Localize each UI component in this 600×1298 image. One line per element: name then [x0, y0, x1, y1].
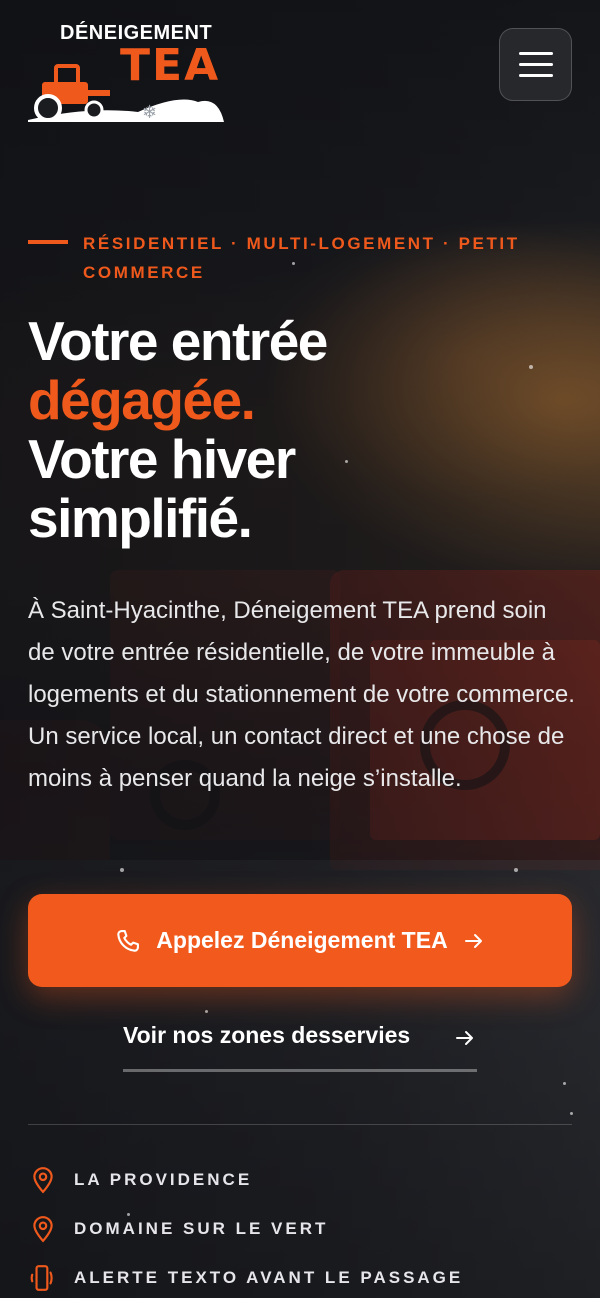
phone-icon: [117, 929, 140, 952]
zones-link-label: Voir nos zones desservies: [123, 1022, 411, 1048]
map-pin-icon: [33, 1216, 53, 1243]
hamburger-menu-icon: [518, 52, 553, 55]
logo-accent-text: TEA: [120, 40, 221, 91]
brand-logo[interactable]: ❄ DÉNEIGEMENT TEA: [28, 22, 228, 123]
section-divider: [28, 1124, 572, 1125]
call-button-label: Appelez Déneigement TEA: [156, 927, 448, 953]
headline-line: simplifié.: [28, 487, 253, 549]
headline-accent: dégagée.: [28, 369, 256, 431]
zones-link[interactable]: Voir nos zones desservies: [123, 1022, 477, 1072]
phone-vibrate-icon: [30, 1265, 53, 1291]
svg-text:❄: ❄: [142, 102, 157, 123]
hamburger-menu-icon: [518, 63, 553, 66]
map-pin-icon: [33, 1167, 53, 1194]
hero-eyebrow: RÉSIDENTIEL · MULTI-LOGEMENT · PETIT COM…: [83, 234, 520, 282]
feature-item: ALERTE TEXTO AVANT LE PASSAGE: [30, 1264, 463, 1292]
hero-headline: Votre entrée dégagée. Votre hiver simpli…: [28, 312, 588, 548]
eyebrow-accent-line: [28, 240, 68, 244]
call-button[interactable]: Appelez Déneigement TEA: [28, 894, 572, 987]
feature-label: LA PROVIDENCE: [74, 1170, 253, 1189]
hero-lead-paragraph: À Saint-Hyacinthe, Déneigement TEA prend…: [28, 597, 575, 792]
headline-line: Votre hiver: [28, 428, 296, 490]
headline-line: Votre entrée: [28, 310, 328, 372]
feature-item: DOMAINE SUR LE VERT: [30, 1215, 328, 1243]
feature-label: ALERTE TEXTO AVANT LE PASSAGE: [74, 1268, 464, 1287]
feature-item: LA PROVIDENCE: [30, 1166, 252, 1194]
arrow-right-icon: [464, 933, 482, 948]
menu-button[interactable]: [499, 28, 572, 101]
arrow-right-icon: [456, 1031, 473, 1045]
hamburger-menu-icon: [518, 74, 553, 77]
feature-label: DOMAINE SUR LE VERT: [74, 1219, 329, 1238]
